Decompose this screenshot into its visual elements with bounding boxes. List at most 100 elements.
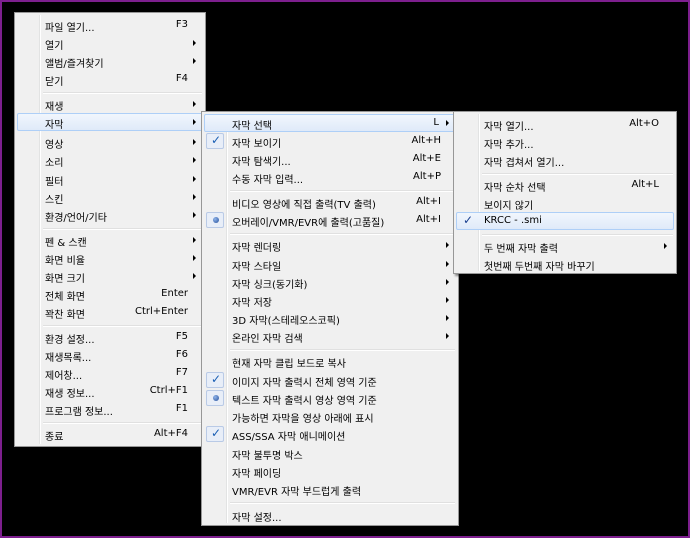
menu-item-label: 온라인 자막 검색 — [232, 334, 303, 345]
menu-item-label: 환경/언어/기타 — [45, 213, 107, 224]
menu-item-label: 자막 불투명 박스 — [232, 451, 303, 462]
menu-item-subtitles[interactable]: 자막 — [17, 113, 203, 131]
menu-item-sound[interactable]: 소리 — [17, 151, 203, 169]
menu-item-aspect-ratio[interactable]: 화면 비율 — [17, 249, 203, 267]
submenu-arrow-icon — [193, 40, 196, 46]
menu-item-skin[interactable]: 스킨 — [17, 188, 203, 206]
menu-item-video[interactable]: 영상 — [17, 133, 203, 151]
menu-item-shortcut: Alt+I — [416, 196, 441, 207]
menu-separator — [43, 92, 202, 94]
menu-item-label: 재생목록... — [45, 353, 92, 364]
menu-item-shortcut: Ctrl+F1 — [149, 385, 188, 396]
checkmark-icon: ✓ — [211, 426, 222, 440]
menu-item-label: 프로그램 정보... — [45, 407, 113, 418]
menu-item-shortcut: Ctrl+Enter — [134, 306, 188, 317]
menu-item-label: 수동 자막 입력... — [232, 175, 304, 186]
menu-item-shortcut: F5 — [175, 331, 188, 342]
menu-item-label: 자막 저장 — [232, 298, 272, 309]
menu-item-subtitle-explorer[interactable]: 자막 탐색기... Alt+E — [204, 150, 456, 168]
menu-item-open-subtitle[interactable]: 자막 열기... Alt+O — [456, 115, 674, 133]
menu-item-filter[interactable]: 필터 — [17, 170, 203, 188]
menu-item-label: 보이지 않기 — [484, 201, 534, 212]
menu-item-preferences[interactable]: 환경 설정... F5 — [17, 328, 203, 346]
menu-item-subtitle-rendering[interactable]: 자막 렌더링 — [204, 236, 456, 254]
menu-item-add-subtitle[interactable]: 자막 추가... — [456, 133, 674, 151]
menu-item-label: 오버레이/VMR/EVR에 출력(고품질) — [232, 218, 385, 229]
submenu-arrow-icon — [446, 297, 449, 303]
menu-item-open[interactable]: 열기 — [17, 34, 203, 52]
menu-item-subtitle-track-krcc[interactable]: ✓ KRCC - .smi — [456, 212, 674, 230]
submenu-arrow-icon — [193, 101, 196, 107]
menu-item-manual-subtitle-input[interactable]: 수동 자막 입력... Alt+P — [204, 168, 456, 186]
menu-item-shortcut: Alt+F4 — [153, 428, 188, 439]
menu-item-text-subtitle-video-area[interactable]: 텍스트 자막 출력시 영상 영역 기준 — [204, 389, 456, 407]
radio-bullet-icon — [213, 395, 219, 401]
submenu-arrow-icon — [193, 139, 196, 145]
submenu-arrow-icon — [193, 119, 196, 125]
menu-item-fill-screen[interactable]: 꽉찬 화면 Ctrl+Enter — [17, 303, 203, 321]
menu-item-label: VMR/EVR 자막 부드럽게 출력 — [232, 487, 362, 498]
menu-item-overlay-open-subtitle[interactable]: 자막 겹쳐서 열기... — [456, 151, 674, 169]
menu-item-label: KRCC - .smi — [484, 215, 542, 226]
menu-item-playback[interactable]: 재생 — [17, 95, 203, 113]
menu-item-subtitle-settings[interactable]: 자막 설정... — [204, 506, 456, 524]
menu-item-label: 자막 렌더링 — [232, 243, 282, 254]
menu-item-close[interactable]: 닫기 F4 — [17, 70, 203, 88]
menu-item-exit[interactable]: 종료 Alt+F4 — [17, 425, 203, 443]
menu-item-playback-info[interactable]: 재생 정보... Ctrl+F1 — [17, 382, 203, 400]
menu-item-subtitle-style[interactable]: 자막 스타일 — [204, 255, 456, 273]
menu-item-pan-scan[interactable]: 펜 & 스캔 — [17, 231, 203, 249]
menu-item-label: 스킨 — [45, 195, 64, 206]
menu-item-3d-subtitle[interactable]: 3D 자막(스테레오스코픽) — [204, 309, 456, 327]
submenu-arrow-icon — [193, 58, 196, 64]
menu-item-cycle-subtitle[interactable]: 자막 순차 선택 Alt+L — [456, 176, 674, 194]
menu-item-subtitle-below-video[interactable]: 가능하면 자막을 영상 아래에 표시 — [204, 407, 456, 425]
menu-item-control-panel[interactable]: 제어창... F7 — [17, 364, 203, 382]
menu-item-label: 파일 열기... — [45, 23, 95, 34]
menu-item-shortcut: F7 — [175, 367, 188, 378]
menu-item-subtitle-save[interactable]: 자막 저장 — [204, 291, 456, 309]
menu-item-label: 자막 스타일 — [232, 262, 282, 273]
menu-item-vmr-evr-smooth[interactable]: VMR/EVR 자막 부드럽게 출력 — [204, 480, 456, 498]
submenu-arrow-icon — [193, 273, 196, 279]
menu-item-show-subtitles[interactable]: ✓ 자막 보이기 Alt+H — [204, 132, 456, 150]
context-menu-main: 파일 열기... F3 열기 앨범/즐겨찾기 닫기 F4 재생 자막 영상 소리 필… — [14, 12, 206, 447]
menu-item-open-file[interactable]: 파일 열기... F3 — [17, 16, 203, 34]
submenu-arrow-icon — [193, 176, 196, 182]
menu-item-album-favorites[interactable]: 앨범/즐겨찾기 — [17, 52, 203, 70]
context-menu-subtitle-select: 자막 열기... Alt+O 자막 추가... 자막 겹쳐서 열기... 자막 순… — [453, 111, 677, 274]
menu-item-fullscreen[interactable]: 전체 화면 Enter — [17, 285, 203, 303]
menu-item-ass-ssa-animation[interactable]: ✓ ASS/SSA 자막 애니메이션 — [204, 425, 456, 443]
submenu-arrow-icon — [664, 243, 667, 249]
menu-item-label: 꽉찬 화면 — [45, 310, 85, 321]
menu-item-direct-video-output[interactable]: 비디오 영상에 직접 출력(TV 출력) Alt+I — [204, 193, 456, 211]
submenu-arrow-icon — [446, 120, 449, 126]
menu-item-env-lang-etc[interactable]: 환경/언어/기타 — [17, 206, 203, 224]
menu-item-overlay-output[interactable]: 오버레이/VMR/EVR에 출력(고품질) Alt+I — [204, 211, 456, 229]
menu-item-label: 자막 설정... — [232, 513, 282, 524]
menu-item-label: 이미지 자막 출력시 전체 영역 기준 — [232, 378, 377, 389]
menu-item-label: 자막 탐색기... — [232, 157, 291, 168]
menu-item-playlist[interactable]: 재생목록... F6 — [17, 346, 203, 364]
menu-item-swap-subtitles[interactable]: 첫번째 두번째 자막 바꾸기 — [456, 255, 674, 273]
menu-item-label: 닫기 — [45, 77, 64, 88]
menu-item-copy-subtitle-clipboard[interactable]: 현재 자막 클립 보드로 복사 — [204, 352, 456, 370]
menu-item-shortcut: Alt+O — [629, 118, 659, 129]
menu-item-image-subtitle-full-area[interactable]: ✓ 이미지 자막 출력시 전체 영역 기준 — [204, 371, 456, 389]
menu-item-label: 자막 순차 선택 — [484, 183, 546, 194]
menu-item-label: 자막 보이기 — [232, 139, 282, 150]
menu-item-program-info[interactable]: 프로그램 정보... F1 — [17, 400, 203, 418]
menu-item-online-subtitle-search[interactable]: 온라인 자막 검색 — [204, 327, 456, 345]
menu-item-label: 영상 — [45, 140, 64, 151]
menu-item-subtitle-opaque-box[interactable]: 자막 불투명 박스 — [204, 444, 456, 462]
menu-item-second-subtitle-output[interactable]: 두 번째 자막 출력 — [456, 237, 674, 255]
menu-item-hide-subtitle[interactable]: 보이지 않기 — [456, 194, 674, 212]
menu-separator — [43, 228, 202, 230]
menu-item-subtitle-sync[interactable]: 자막 싱크(동기화) — [204, 273, 456, 291]
checkmark-icon: ✓ — [211, 133, 222, 147]
menu-item-label: 자막 열기... — [484, 122, 534, 133]
menu-item-screen-size[interactable]: 화면 크기 — [17, 267, 203, 285]
menu-item-select-subtitle[interactable]: 자막 선택 L — [204, 114, 456, 132]
submenu-arrow-icon — [193, 212, 196, 218]
menu-item-subtitle-fading[interactable]: 자막 페이딩 — [204, 462, 456, 480]
